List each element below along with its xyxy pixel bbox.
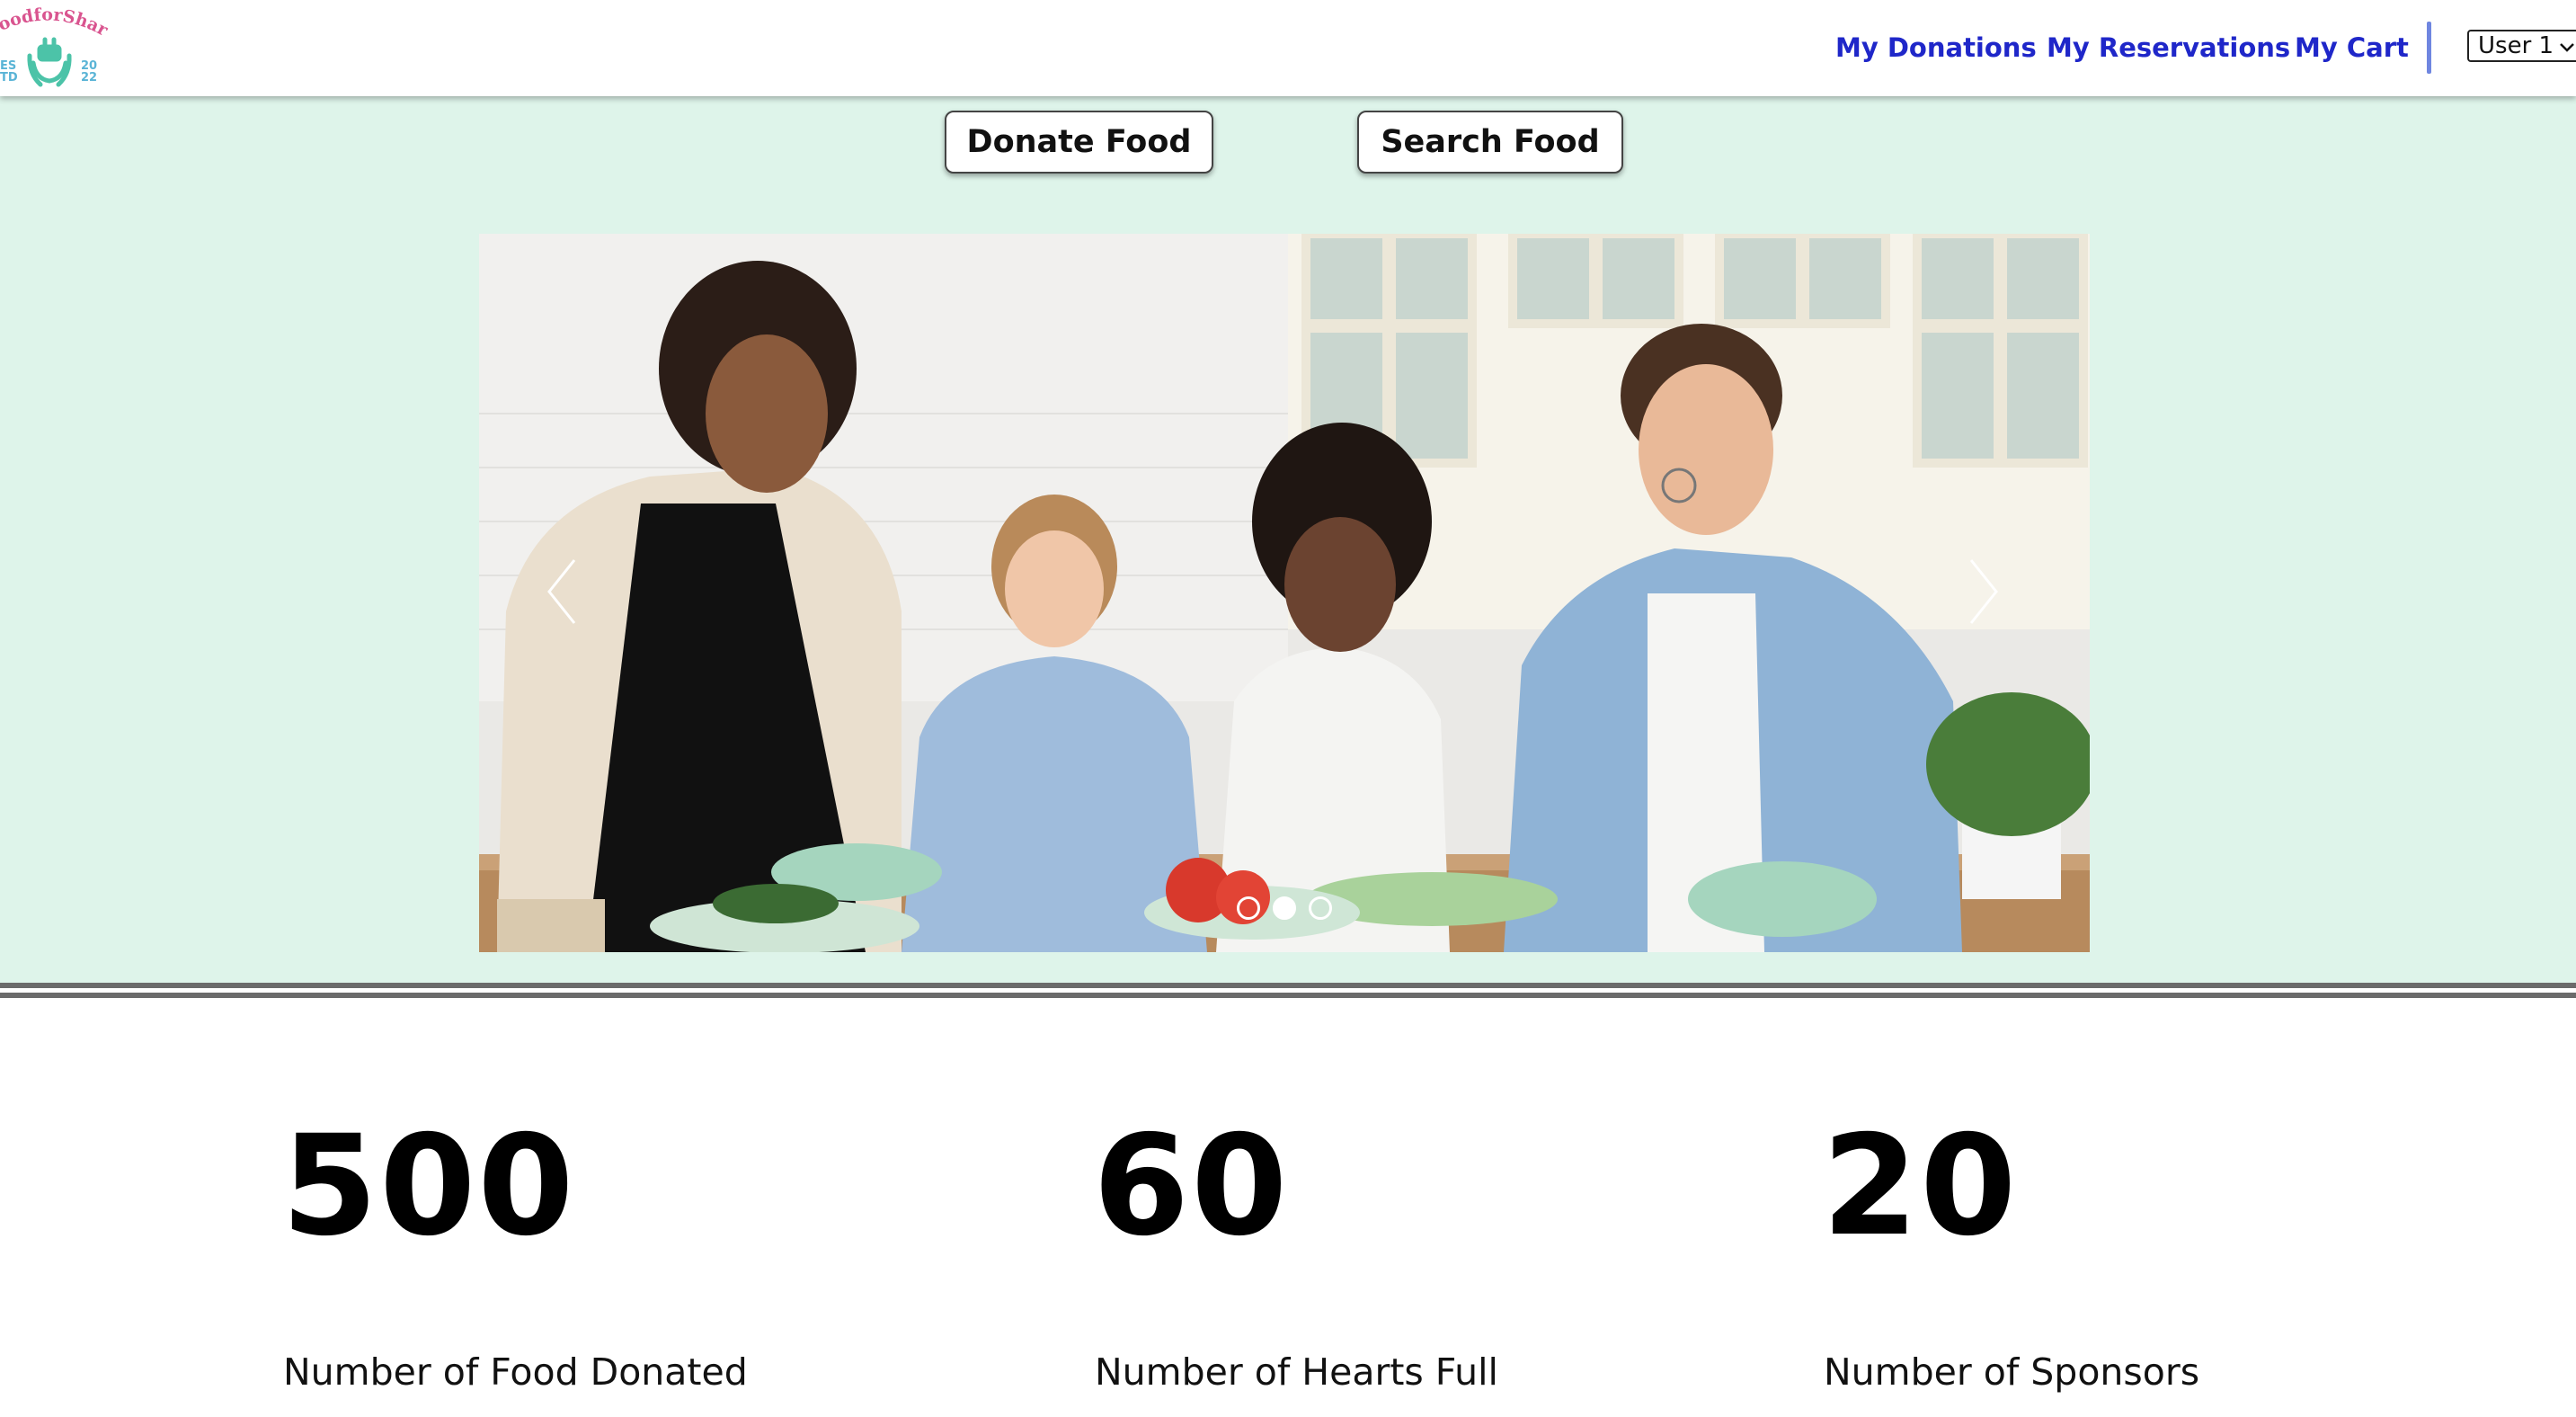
chevron-down-icon xyxy=(2559,31,2575,60)
top-navbar: FoodforShare ES TD 20 22 My Donations My… xyxy=(0,0,2576,96)
user-dropdown-value: User 1 xyxy=(2478,32,2554,59)
carousel-next-arrow[interactable] xyxy=(1962,234,2034,952)
section-divider-bottom xyxy=(0,993,2576,998)
section-divider-top xyxy=(0,983,2576,988)
nav-my-cart[interactable]: My Cart xyxy=(2295,32,2409,63)
stat-food-donated-number: 500 xyxy=(281,1106,576,1267)
hands-bowl-icon xyxy=(27,37,72,87)
user-dropdown[interactable]: User 1 xyxy=(2467,30,2576,62)
carousel-prev-arrow[interactable] xyxy=(542,234,614,952)
nav-my-reservations[interactable]: My Reservations xyxy=(2047,32,2290,63)
carousel-indicators xyxy=(479,896,2090,920)
hero-section: Donate Food Search Food xyxy=(0,96,2576,984)
stat-hearts-full-number: 60 xyxy=(1093,1106,1290,1267)
image-carousel xyxy=(479,234,2090,952)
search-food-button[interactable]: Search Food xyxy=(1357,111,1623,174)
stat-food-donated-label: Number of Food Donated xyxy=(283,1350,748,1394)
nav-my-donations[interactable]: My Donations xyxy=(1835,32,2037,63)
stat-sponsors-label: Number of Sponsors xyxy=(1824,1350,2200,1394)
chevron-left-icon xyxy=(547,559,576,624)
stat-hearts-full-label: Number of Hearts Full xyxy=(1095,1350,1498,1394)
chevron-right-icon xyxy=(1969,559,1998,624)
svg-text:TD: TD xyxy=(0,71,18,85)
carousel-dot-3[interactable] xyxy=(1309,896,1332,920)
svg-text:FoodforShare: FoodforShare xyxy=(0,4,111,40)
carousel-dot-1[interactable] xyxy=(1237,896,1260,920)
nav-divider xyxy=(2427,22,2431,74)
stat-sponsors-number: 20 xyxy=(1822,1106,2019,1267)
foodforshare-logo[interactable]: FoodforShare ES TD 20 22 xyxy=(0,0,117,94)
carousel-dot-2[interactable] xyxy=(1273,896,1296,920)
svg-text:22: 22 xyxy=(81,71,97,85)
carousel-slide-image xyxy=(479,234,2090,952)
logo-graphic: FoodforShare ES TD 20 22 xyxy=(0,0,111,87)
donate-food-button[interactable]: Donate Food xyxy=(945,111,1213,174)
logo-text: FoodforShare xyxy=(0,0,111,40)
